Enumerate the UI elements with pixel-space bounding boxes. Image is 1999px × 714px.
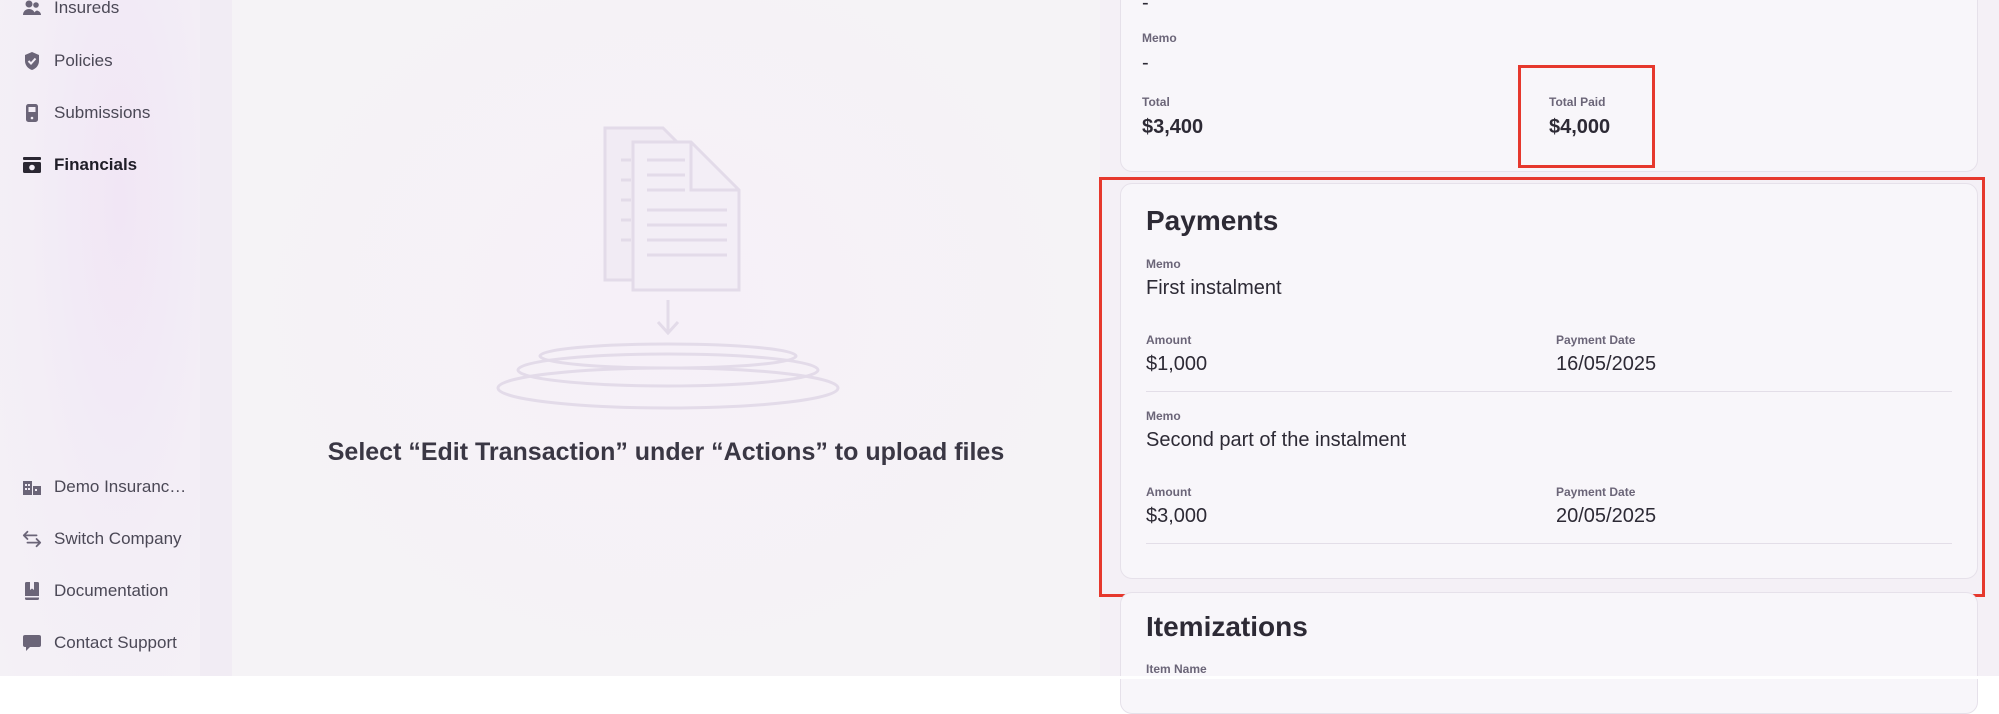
cash-icon — [22, 155, 42, 175]
payment-memo-label: Memo — [1146, 257, 1181, 271]
switch-icon — [22, 529, 42, 549]
payment-memo-label: Memo — [1146, 409, 1181, 423]
sidebar-item-label: Contact Support — [54, 633, 177, 652]
book-icon — [22, 581, 42, 601]
payment-amount-label: Amount — [1146, 485, 1192, 499]
upload-instruction: Select “Edit Transaction” under “Actions… — [327, 438, 1005, 466]
transaction-summary-card — [1120, 0, 1978, 172]
sidebar-item-label: Financials — [54, 155, 138, 174]
sidebar-item-switch-company[interactable]: Switch Company — [22, 527, 182, 551]
total-value: $3,400 — [1142, 116, 1204, 138]
building-icon — [22, 477, 42, 497]
app-root: Insureds Policies Submissions Financials… — [0, 0, 1999, 714]
sidebar-item-contact-support[interactable]: Contact Support — [22, 631, 177, 655]
sidebar-item-insureds[interactable]: Insureds — [22, 0, 119, 20]
payment-amount: $1,000 — [1146, 353, 1208, 375]
sidebar-item-label: Policies — [54, 51, 113, 70]
sidebar-item-label: Demo Insuranc… — [54, 477, 187, 496]
payment-amount-label: Amount — [1146, 333, 1192, 347]
sidebar-item-documentation[interactable]: Documentation — [22, 579, 168, 603]
sidebar-item-policies[interactable]: Policies — [22, 49, 113, 73]
total-paid-value: $4,000 — [1549, 116, 1611, 138]
sidebar-item-label: Switch Company — [54, 529, 182, 548]
payment-date-label: Payment Date — [1556, 485, 1636, 499]
chat-icon — [22, 633, 42, 653]
total-label: Total — [1142, 95, 1170, 109]
memo-label: Memo — [1142, 31, 1177, 45]
payment-date: 16/05/2025 — [1556, 353, 1657, 375]
payment-amount: $3,000 — [1146, 505, 1208, 527]
sidebar-gutter — [200, 0, 232, 679]
summary-top-value: - — [1142, 0, 1149, 14]
payments-card — [1120, 183, 1978, 579]
total-paid-label: Total Paid — [1549, 95, 1606, 109]
sidebar-item-label: Submissions — [54, 103, 151, 122]
payment-divider — [1146, 391, 1952, 392]
payment-date-label: Payment Date — [1556, 333, 1636, 347]
payment-date: 20/05/2025 — [1556, 505, 1657, 527]
shield-icon — [22, 51, 42, 71]
payment-divider — [1146, 543, 1952, 544]
itemizations-title: Itemizations — [1146, 611, 1308, 642]
payment-memo: First instalment — [1146, 277, 1282, 299]
document-upload-icon — [495, 120, 841, 425]
payment-memo: Second part of the instalment — [1146, 429, 1407, 451]
phone-icon — [22, 103, 42, 123]
sidebar-item-company[interactable]: Demo Insuranc… — [22, 475, 186, 499]
payments-title: Payments — [1146, 205, 1279, 236]
sidebar-item-label: Insureds — [54, 0, 120, 17]
users-icon — [22, 0, 42, 18]
sidebar-item-financials[interactable]: Financials — [22, 153, 137, 177]
sidebar-item-label: Documentation — [54, 581, 169, 600]
sidebar-item-submissions[interactable]: Submissions — [22, 101, 150, 125]
sidebar: Insureds Policies Submissions Financials… — [0, 0, 201, 679]
item-name-label: Item Name — [1146, 662, 1207, 676]
memo-value: - — [1142, 52, 1149, 74]
